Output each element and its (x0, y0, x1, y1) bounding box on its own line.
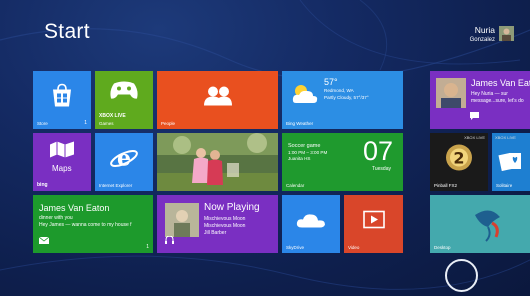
tile-video-label: Video (348, 245, 360, 250)
music-track: Mischievous Moon (204, 216, 246, 222)
people-icon (203, 85, 233, 110)
mail-subject: dinner with you (39, 215, 73, 221)
tile-store-label: Store (37, 121, 48, 126)
contact-avatar (436, 78, 466, 108)
calendar-event-time: 1:00 PM – 3:00 PM (288, 149, 328, 155)
tile-desktop[interactable]: Desktop (430, 195, 530, 253)
calendar-event-place: Juanita HS (288, 155, 311, 161)
tile-solitaire[interactable]: XBOX LIVE Solitaire (492, 133, 530, 191)
tile-desktop-label: Desktop (434, 245, 451, 250)
weather-condition: Partly Cloudy, 57°/37° (324, 95, 369, 100)
tile-maps-name: Maps (52, 164, 72, 173)
xbox-controller-icon (109, 81, 139, 106)
tile-messaging[interactable]: James Van Eat Hey Nuria — sur message...… (430, 71, 530, 129)
chat-bubble-icon (470, 107, 479, 125)
tile-mail[interactable]: James Van Eaton dinner with you Hey Jame… (33, 195, 153, 253)
tile-people[interactable]: People (157, 71, 278, 129)
user-account[interactable]: Nuria Gonzalez (470, 26, 514, 43)
calendar-event-title: Soccer game (288, 143, 321, 149)
mail-preview: Hey James — wanna come to my house f (39, 222, 132, 228)
user-last-name: Gonzalez (469, 36, 495, 43)
tile-skydrive[interactable]: SkyDrive (282, 195, 340, 253)
partly-cloudy-icon (290, 83, 320, 110)
tile-maps[interactable]: Maps bing (33, 133, 91, 191)
bing-logo: bing (37, 182, 48, 188)
tile-calendar[interactable]: Soccer game 1:00 PM – 3:00 PM Juanita HS… (282, 133, 403, 191)
tile-music[interactable]: Now Playing Mischievous Moon Mischievous… (157, 195, 278, 253)
music-now-playing: Now Playing (204, 202, 260, 213)
weather-city: Redmond, WA (324, 88, 354, 93)
family-photo (157, 133, 278, 191)
envelope-icon (38, 231, 50, 249)
start-title: Start (44, 20, 90, 43)
tile-calendar-label: Calendar (286, 183, 305, 188)
calendar-weekday: Tuesday (372, 166, 391, 172)
tile-mail-badge: 1 (146, 244, 149, 250)
xbox-live-badge-solitaire: XBOX LIVE (495, 135, 516, 140)
tile-xbox-label: Games (99, 121, 114, 126)
tile-pinball-label: Pinball FX2 (434, 183, 458, 188)
touch-cursor-ring (445, 259, 478, 292)
xbox-live-badge: XBOX LIVE (464, 135, 485, 140)
shopping-bag-icon (51, 83, 73, 112)
tile-store[interactable]: Store 1 (33, 71, 91, 129)
message-sender: James Van Eat (471, 78, 530, 88)
playing-cards-icon (498, 151, 524, 176)
tile-xbox-logo: XBOX LIVE (99, 113, 126, 119)
music-artist: Jill Barber (204, 230, 227, 236)
tile-photos[interactable] (157, 133, 278, 191)
pinball-logo: 2 (439, 141, 479, 178)
message-line-1: Hey Nuria — sur (471, 91, 508, 97)
mail-sender: James Van Eaton (39, 203, 110, 213)
svg-text:2: 2 (453, 148, 464, 167)
tile-store-badge: 1 (84, 120, 87, 126)
play-icon (362, 210, 385, 233)
tile-solitaire-label: Solitaire (496, 183, 513, 188)
message-line-2: message...sure, let's do (471, 98, 524, 104)
cloud-icon (296, 210, 326, 233)
tile-weather-label: Bing Weather (286, 121, 314, 126)
map-icon (49, 140, 75, 163)
music-album: Mischievous Moon (204, 223, 246, 229)
tile-xbox-games[interactable]: XBOX LIVE Games (95, 71, 153, 129)
weather-temperature: 57° (324, 77, 338, 87)
user-avatar (499, 26, 514, 41)
tile-video[interactable]: Video (344, 195, 403, 253)
headphones-icon (165, 231, 174, 249)
tile-people-label: People (161, 121, 176, 126)
svg-text:e: e (117, 145, 131, 171)
tile-pinball[interactable]: XBOX LIVE 2 Pinball FX2 (430, 133, 488, 191)
internet-explorer-icon: e (109, 143, 139, 176)
user-first-name: Nuria (474, 25, 495, 35)
calendar-day-number: 07 (362, 136, 393, 166)
tile-skydrive-label: SkyDrive (286, 245, 305, 250)
tile-ie-label: Internet Explorer (99, 183, 133, 188)
tile-weather[interactable]: 57° Redmond, WA Partly Cloudy, 57°/37° B… (282, 71, 403, 129)
tile-internet-explorer[interactable]: e Internet Explorer (95, 133, 153, 191)
